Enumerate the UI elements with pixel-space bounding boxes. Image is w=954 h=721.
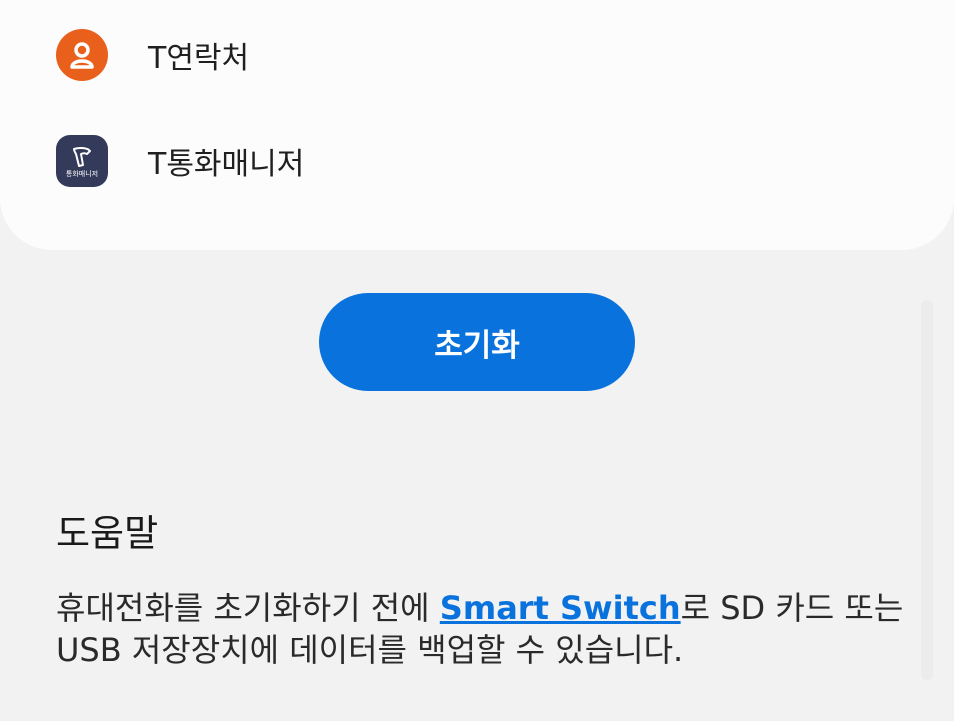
help-text-before: 휴대전화를 초기화하기 전에	[56, 589, 440, 627]
app-label: T통화매니저	[148, 147, 305, 182]
help-description: 휴대전화를 초기화하기 전에 Smart Switch로 SD 카드 또는 US…	[56, 587, 906, 671]
app-item-t-call-manager: 통화매니저 T통화매니저	[0, 111, 954, 211]
app-item-t-contacts: T연락처	[0, 5, 954, 105]
person-icon	[70, 42, 94, 69]
contacts-icon	[56, 29, 108, 81]
call-manager-icon-text: 통화매니저	[65, 169, 99, 178]
app-list-card: T연락처 통화매니저 T통화매니저	[0, 0, 954, 250]
reset-button[interactable]: 초기화	[319, 293, 635, 391]
phone-handset-icon	[73, 146, 91, 167]
call-manager-icon: 통화매니저	[56, 135, 108, 187]
scrollbar-track[interactable]	[921, 300, 933, 680]
factory-reset-screen: T연락처 통화매니저 T통화매니저 초기화 도움말 휴대전화를 초기화하기 전에…	[0, 0, 954, 721]
app-label: T연락처	[148, 41, 250, 76]
help-heading: 도움말	[56, 512, 159, 555]
smart-switch-link[interactable]: Smart Switch	[440, 589, 681, 627]
